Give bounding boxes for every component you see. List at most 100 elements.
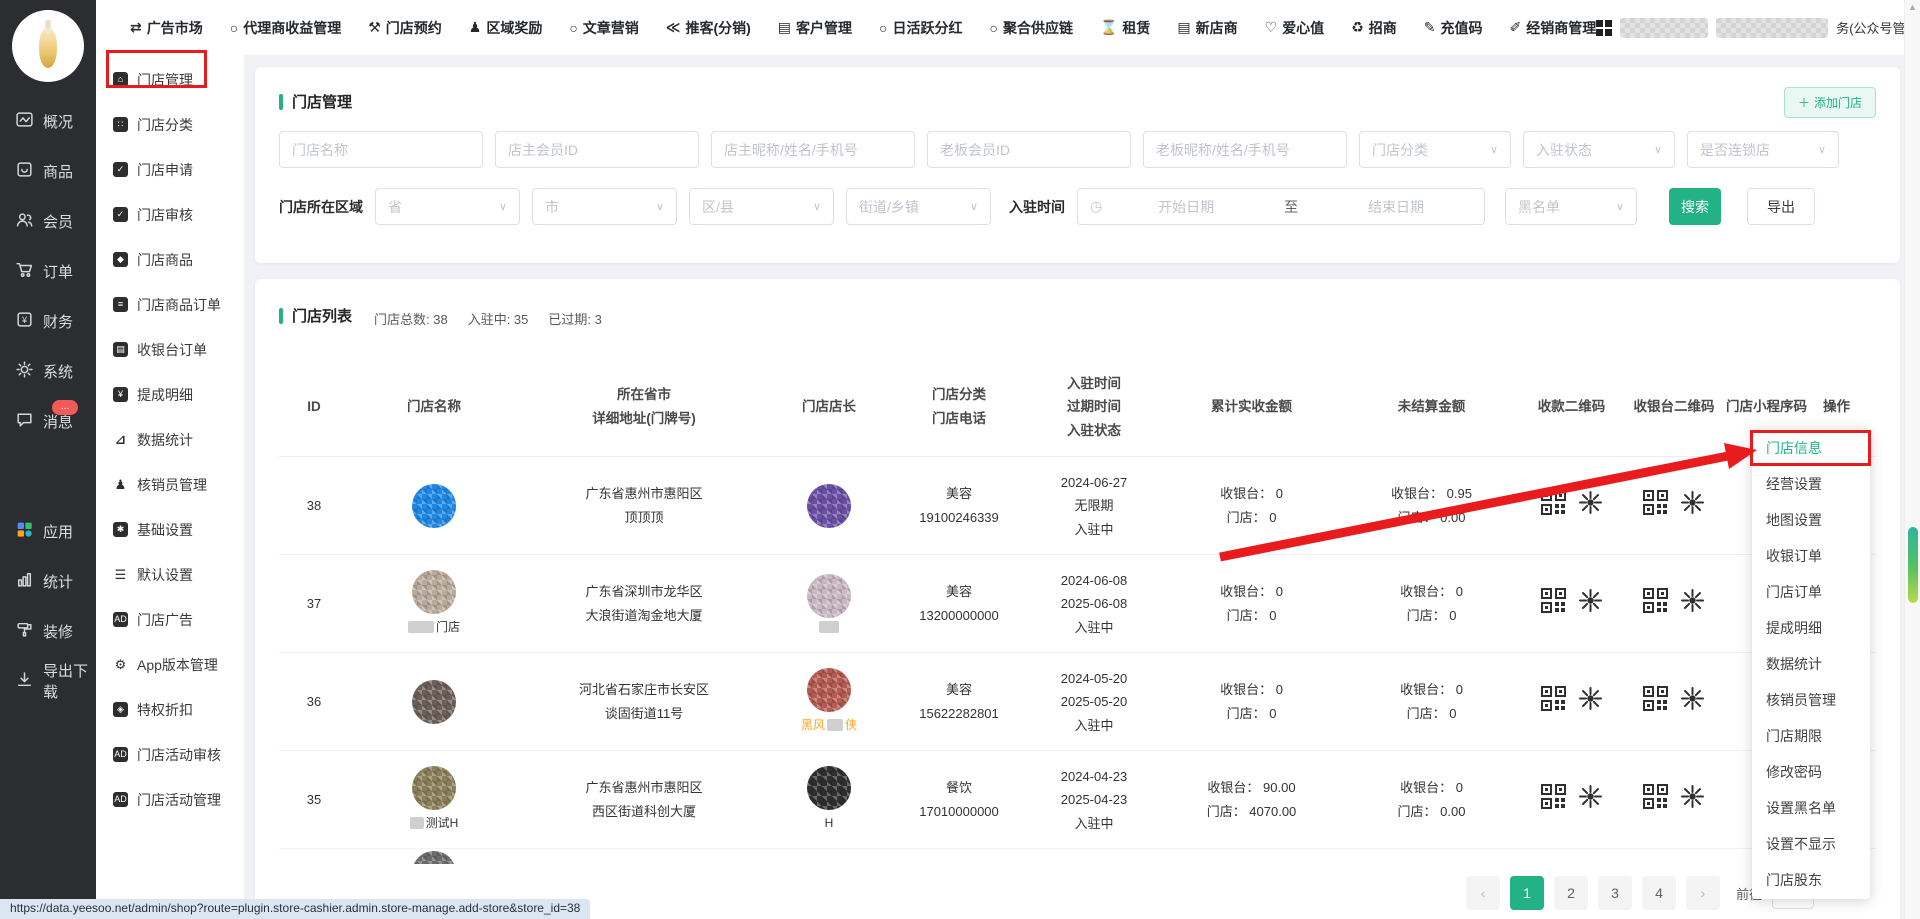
round-code-icon[interactable] <box>1578 490 1603 522</box>
topnav-item-11[interactable]: ♡爱心值 <box>1265 18 1325 38</box>
sub-sidebar-item-8[interactable]: ⊿数据统计 <box>96 417 244 462</box>
topnav-item-10[interactable]: ▤新店商 <box>1177 18 1237 38</box>
qr-code-icon[interactable] <box>1643 686 1668 718</box>
topnav-item-7[interactable]: ○日活跃分红 <box>879 18 962 38</box>
topnav-item-2[interactable]: ⚒门店预约 <box>368 18 442 38</box>
topnav-item-5[interactable]: ≪推客(分销) <box>666 18 751 38</box>
dropdown-item-2[interactable]: 地图设置 <box>1752 502 1870 538</box>
round-code-icon[interactable] <box>1578 686 1603 718</box>
sub-sidebar-item-11[interactable]: ☰默认设置 <box>96 552 244 597</box>
topnav-item-0[interactable]: ⇄广告市场 <box>130 18 203 38</box>
topnav-item-8[interactable]: ○聚合供应链 <box>989 18 1072 38</box>
qr-code-icon[interactable] <box>1541 784 1566 816</box>
dropdown-item-8[interactable]: 门店期限 <box>1752 718 1870 754</box>
topnav-item-12[interactable]: ♻招商 <box>1351 18 1397 38</box>
user-account-area[interactable]: 务(公众号管理员) <box>1596 18 1920 38</box>
dropdown-item-4[interactable]: 门店订单 <box>1752 574 1870 610</box>
search-button[interactable]: 搜索 <box>1669 188 1721 225</box>
region-select-2[interactable]: 区/县∨ <box>689 188 834 225</box>
sub-sidebar-item-7[interactable]: ¥提成明细 <box>96 372 244 417</box>
topnav-item-14[interactable]: ✐经销商管理 <box>1509 18 1596 38</box>
round-code-icon[interactable] <box>1680 686 1705 718</box>
sub-sidebar-item-10[interactable]: ✱基础设置 <box>96 507 244 552</box>
end-date-placeholder[interactable]: 结束日期 <box>1320 197 1472 217</box>
next-page-button[interactable]: › <box>1686 876 1720 910</box>
sub-sidebar-item-9[interactable]: ♟核销员管理 <box>96 462 244 507</box>
round-code-icon[interactable] <box>1680 588 1705 620</box>
filter-input-0[interactable]: 门店名称 <box>279 131 483 168</box>
page-button-2[interactable]: 2 <box>1554 876 1588 910</box>
dropdown-item-0[interactable]: 门店信息 <box>1752 430 1870 466</box>
region-select-3[interactable]: 街道/乡镇∨ <box>846 188 991 225</box>
sidebar-item-stats[interactable]: 统计 <box>0 556 96 606</box>
sub-sidebar-item-14[interactable]: ◈特权折扣 <box>96 687 244 732</box>
dropdown-item-11[interactable]: 设置不显示 <box>1752 826 1870 862</box>
dropdown-item-6[interactable]: 数据统计 <box>1752 646 1870 682</box>
topnav-item-6[interactable]: ▤客户管理 <box>778 18 852 38</box>
filter-input-4[interactable]: 老板昵称/姓名/手机号 <box>1143 131 1347 168</box>
scroll-up-arrow-icon[interactable]: ▲ <box>1905 2 1920 12</box>
sub-sidebar-item-16[interactable]: AD门店活动管理 <box>96 777 244 822</box>
page-button-4[interactable]: 4 <box>1642 876 1676 910</box>
qr-code-icon[interactable] <box>1541 490 1566 522</box>
dropdown-item-3[interactable]: 收银订单 <box>1752 538 1870 574</box>
region-select-0[interactable]: 省∨ <box>375 188 520 225</box>
sub-sidebar-item-12[interactable]: AD门店广告 <box>96 597 244 642</box>
sub-sidebar-item-4[interactable]: ◆门店商品 <box>96 237 244 282</box>
round-code-icon[interactable] <box>1578 784 1603 816</box>
sidebar-item-apps[interactable]: 应用 <box>0 506 96 556</box>
start-date-placeholder[interactable]: 开始日期 <box>1110 197 1262 217</box>
topnav-item-13[interactable]: ✎充值码 <box>1424 18 1483 38</box>
filter-input-3[interactable]: 老板会员ID <box>927 131 1131 168</box>
brand-logo[interactable] <box>12 10 84 82</box>
page-button-3[interactable]: 3 <box>1598 876 1632 910</box>
sub-sidebar-item-6[interactable]: ▤收银台订单 <box>96 327 244 372</box>
filter-input-2[interactable]: 店主昵称/姓名/手机号 <box>711 131 915 168</box>
dropdown-item-12[interactable]: 门店股东 <box>1752 862 1870 898</box>
dropdown-item-10[interactable]: 设置黑名单 <box>1752 790 1870 826</box>
sidebar-item-export[interactable]: 导出下载 <box>0 656 96 706</box>
prev-page-button[interactable]: ‹ <box>1466 876 1500 910</box>
dropdown-item-1[interactable]: 经营设置 <box>1752 466 1870 502</box>
qr-code-icon[interactable] <box>1643 588 1668 620</box>
sub-sidebar-item-3[interactable]: ✓门店审核 <box>96 192 244 237</box>
round-code-icon[interactable] <box>1680 784 1705 816</box>
dropdown-item-5[interactable]: 提成明细 <box>1752 610 1870 646</box>
vertical-scrollbar[interactable]: ▲ <box>1904 0 1920 919</box>
round-code-icon[interactable] <box>1680 490 1705 522</box>
scrollbar-thumb[interactable] <box>1908 527 1918 603</box>
round-code-icon[interactable] <box>1578 588 1603 620</box>
sidebar-item-finance[interactable]: ¥财务 <box>0 296 96 346</box>
qr-code-icon[interactable] <box>1643 784 1668 816</box>
page-button-1[interactable]: 1 <box>1510 876 1544 910</box>
sub-sidebar-item-0[interactable]: ⌂门店管理 <box>96 57 244 102</box>
sidebar-item-goods[interactable]: 商品 <box>0 146 96 196</box>
qr-code-icon[interactable] <box>1541 588 1566 620</box>
sub-sidebar-item-13[interactable]: ⚙App版本管理 <box>96 642 244 687</box>
sub-sidebar-item-15[interactable]: AD门店活动审核 <box>96 732 244 777</box>
topnav-item-1[interactable]: ○代理商收益管理 <box>230 18 341 38</box>
sub-sidebar-item-2[interactable]: ✓门店申请 <box>96 147 244 192</box>
apps-grid-icon[interactable] <box>1596 20 1612 36</box>
sub-sidebar-item-1[interactable]: ∷门店分类 <box>96 102 244 147</box>
add-store-button[interactable]: ＋ 添加门店 <box>1784 87 1876 118</box>
dropdown-item-9[interactable]: 修改密码 <box>1752 754 1870 790</box>
topnav-item-3[interactable]: ♟区域奖励 <box>469 18 543 38</box>
topnav-item-4[interactable]: ○文章营销 <box>569 18 638 38</box>
sidebar-item-system[interactable]: 系统 <box>0 346 96 396</box>
sub-sidebar-item-5[interactable]: ≡门店商品订单 <box>96 282 244 327</box>
filter-select-6[interactable]: 入驻状态∨ <box>1523 131 1675 168</box>
sidebar-item-deco[interactable]: 装修 <box>0 606 96 656</box>
sidebar-item-orders[interactable]: 订单 <box>0 246 96 296</box>
join-date-range-picker[interactable]: ◷ 开始日期 至 结束日期 <box>1077 188 1485 225</box>
topnav-item-9[interactable]: ⌛租赁 <box>1100 18 1150 38</box>
blacklist-select[interactable]: 黑名单∨ <box>1505 188 1637 225</box>
filter-input-1[interactable]: 店主会员ID <box>495 131 699 168</box>
qr-code-icon[interactable] <box>1541 686 1566 718</box>
sidebar-item-message[interactable]: 消息... <box>0 396 96 446</box>
export-button[interactable]: 导出 <box>1747 188 1815 225</box>
filter-select-5[interactable]: 门店分类∨ <box>1359 131 1511 168</box>
filter-select-7[interactable]: 是否连锁店∨ <box>1687 131 1839 168</box>
region-select-1[interactable]: 市∨ <box>532 188 677 225</box>
sidebar-item-members[interactable]: 会员 <box>0 196 96 246</box>
